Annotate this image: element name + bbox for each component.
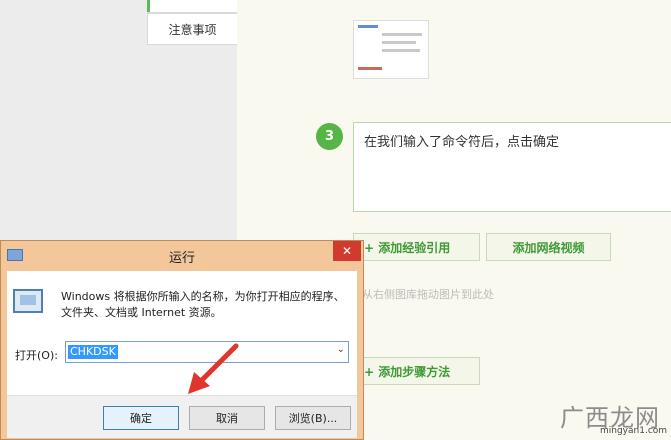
- cancel-button[interactable]: 取消: [189, 406, 265, 430]
- step-number-badge: 3: [316, 123, 343, 150]
- run-dialog: 运行 ✕ Windows 将根据你所输入的名称，为你打开相应的程序、文件夹、文档…: [0, 240, 364, 440]
- add-step-button[interactable]: + 添加步骤方法: [353, 357, 480, 385]
- open-label: 打开(O):: [15, 349, 58, 362]
- image-drop-hint: 从右侧图库拖动图片到此处: [362, 288, 494, 301]
- browse-button[interactable]: 浏览(B)...: [275, 406, 351, 430]
- side-nav-active-item[interactable]: [147, 0, 238, 13]
- side-nav-item-notes[interactable]: 注意事项: [147, 13, 238, 45]
- dialog-title-bar[interactable]: 运行 ✕: [1, 241, 363, 271]
- step-image-thumbnail[interactable]: [353, 20, 429, 79]
- dialog-description: Windows 将根据你所输入的名称，为你打开相应的程序、文件夹、文档或 Int…: [61, 290, 345, 319]
- watermark: 广西龙网 mingyan1.com: [560, 398, 668, 440]
- open-command-input[interactable]: CHKDSK ⌄: [65, 341, 349, 363]
- dialog-button-bar: 确定 取消 浏览(B)...: [7, 395, 357, 438]
- run-program-icon: [13, 289, 43, 313]
- add-video-button[interactable]: 添加网络视频: [486, 233, 611, 261]
- dialog-client: Windows 将根据你所输入的名称，为你打开相应的程序、文件夹、文档或 Int…: [7, 271, 357, 438]
- open-command-value[interactable]: CHKDSK: [68, 345, 118, 359]
- step-description-input[interactable]: 在我们输入了命令符后，点击确定: [353, 122, 671, 212]
- dialog-title: 运行: [168, 250, 195, 266]
- ok-button[interactable]: 确定: [103, 406, 179, 430]
- add-reference-button[interactable]: + 添加经验引用: [353, 233, 480, 261]
- chevron-down-icon[interactable]: ⌄: [337, 344, 345, 355]
- close-button[interactable]: ✕: [333, 241, 361, 261]
- watermark-url: mingyan1.com: [600, 426, 668, 436]
